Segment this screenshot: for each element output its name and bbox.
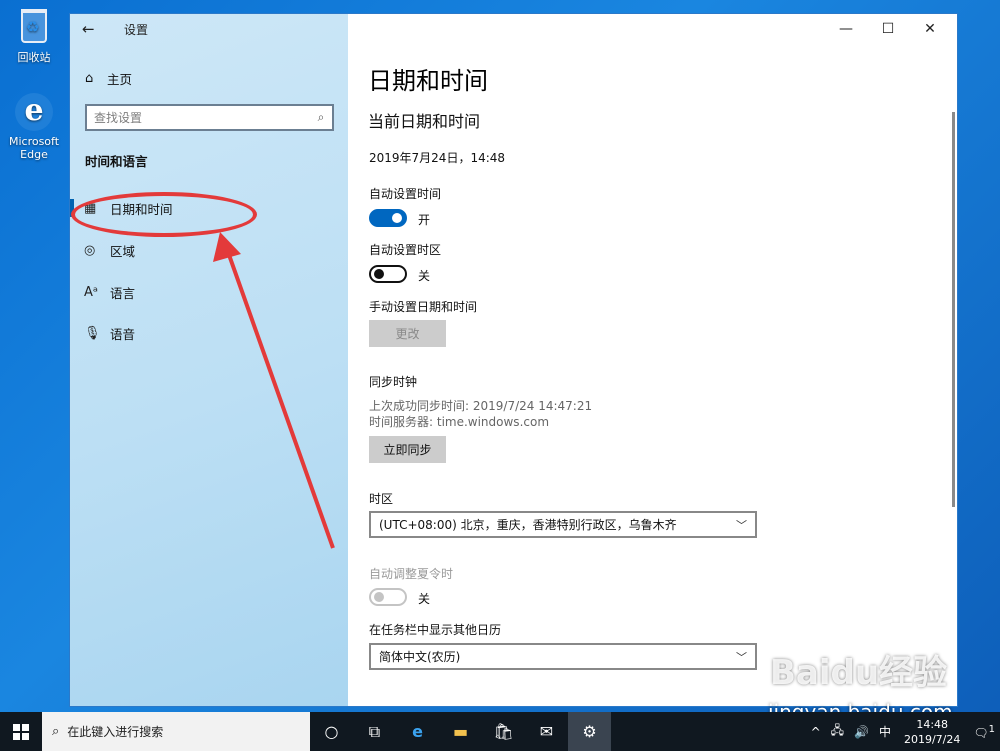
auto-timezone-label: 自动设置时区: [369, 243, 442, 257]
extra-calendar-label: 在任务栏中显示其他日历: [369, 623, 502, 637]
chevron-down-icon: ﹀: [736, 650, 747, 664]
taskbar-clock[interactable]: 14:48 2019/7/24: [904, 717, 960, 747]
taskbar-search-placeholder: 在此键入进行搜索: [67, 725, 164, 739]
sidebar-item-label: 语言: [110, 285, 136, 301]
sync-now-button[interactable]: 立即同步: [369, 436, 446, 463]
scrollbar[interactable]: [952, 112, 955, 507]
annotation-ellipse: [71, 192, 257, 237]
taskbar-search[interactable]: ⌕ 在此键入进行搜索: [42, 712, 310, 751]
last-sync-text: 上次成功同步时间: 2019/7/24 14:47:21: [369, 399, 593, 413]
sidebar-item-language[interactable]: Aᵃ 语言: [70, 276, 348, 308]
minimize-button[interactable]: —: [825, 14, 867, 44]
chevron-down-icon: ﹀: [736, 518, 747, 532]
microphone-icon: 🎙: [84, 325, 101, 341]
toggle-knob: [374, 269, 384, 279]
mail-icon[interactable]: ✉: [525, 712, 568, 751]
sync-clock-title: 同步时钟: [369, 375, 418, 389]
dst-toggle[interactable]: [369, 588, 407, 606]
settings-search-box[interactable]: ⌕: [85, 104, 334, 131]
start-button[interactable]: [0, 712, 42, 751]
edge-icon: e: [14, 92, 54, 132]
page-title: 日期和时间: [368, 67, 488, 95]
file-explorer-icon[interactable]: ▬: [439, 712, 482, 751]
current-datetime-heading: 当前日期和时间: [368, 112, 481, 131]
desktop-icon-recycle-bin[interactable]: 回收站: [2, 6, 66, 65]
change-button[interactable]: 更改: [369, 320, 446, 347]
close-button[interactable]: ✕: [909, 14, 951, 44]
chevron-up-icon[interactable]: ^: [811, 725, 821, 739]
settings-window: ← 设置 ⌂ 主页 ⌕ 时间和语言 ▦ 日期和时间 ◎ 区域 Aᵃ 语言 🎙 语…: [69, 13, 958, 707]
desktop-icon-edge[interactable]: e Microsoft Edge: [2, 92, 66, 161]
desktop-icon-label: 回收站: [17, 51, 51, 64]
toggle-knob: [392, 213, 402, 223]
dst-state: 关: [418, 592, 431, 606]
notification-count: 1: [988, 723, 995, 735]
sidebar-item-label: 区域: [110, 243, 136, 259]
extra-calendar-dropdown[interactable]: 简体中文(农历) ﹀: [369, 643, 757, 670]
cortana-icon[interactable]: ○: [310, 712, 353, 751]
timezone-label: 时区: [369, 492, 394, 506]
search-icon: ⌕: [52, 724, 60, 739]
notification-center-icon[interactable]: 🗨1: [973, 724, 995, 740]
dst-label: 自动调整夏令时: [369, 567, 454, 581]
maximize-button[interactable]: ☐: [867, 14, 909, 44]
back-arrow-icon[interactable]: ←: [82, 20, 95, 38]
ime-indicator[interactable]: 中: [879, 723, 891, 740]
sidebar-item-speech[interactable]: 🎙 语音: [70, 317, 348, 349]
sidebar-item-region[interactable]: ◎ 区域: [70, 234, 348, 266]
windows-logo-icon: [13, 723, 29, 740]
manual-datetime-label: 手动设置日期和时间: [369, 300, 478, 314]
toggle-knob: [374, 592, 384, 602]
calendar-value: 简体中文(农历): [379, 650, 461, 664]
system-tray: ^ 🖧 🔊 中 14:48 2019/7/24 🗨1: [806, 712, 1000, 751]
edge-taskbar-icon[interactable]: e: [396, 712, 439, 751]
auto-timezone-state: 关: [418, 269, 431, 283]
auto-time-label: 自动设置时间: [369, 187, 442, 201]
volume-icon[interactable]: 🔊: [854, 725, 869, 739]
section-title: 时间和语言: [85, 154, 148, 169]
globe-icon: ◎: [84, 242, 96, 258]
auto-timezone-toggle[interactable]: [369, 265, 407, 283]
app-title: 设置: [124, 23, 149, 37]
timezone-dropdown[interactable]: (UTC+08:00) 北京，重庆，香港特别行政区，乌鲁木齐 ﹀: [369, 511, 757, 538]
desktop-icon-label: Microsoft Edge: [8, 135, 60, 161]
language-icon: Aᵃ: [84, 284, 98, 300]
task-view-icon[interactable]: ⧉: [353, 712, 396, 751]
search-input[interactable]: [87, 110, 310, 125]
settings-taskbar-icon[interactable]: ⚙: [568, 712, 611, 751]
auto-time-toggle[interactable]: [369, 209, 407, 227]
sidebar: ← 设置 ⌂ 主页 ⌕ 时间和语言 ▦ 日期和时间 ◎ 区域 Aᵃ 语言 🎙 语…: [70, 14, 348, 706]
sidebar-item-home[interactable]: ⌂ 主页: [85, 69, 132, 88]
search-icon[interactable]: ⌕: [310, 110, 332, 125]
taskbar: ⌕ 在此键入进行搜索 ○ ⧉ e ▬ 🛍 ✉ ⚙ ^ 🖧 🔊 中 14:48 2…: [0, 712, 1000, 751]
timezone-value: (UTC+08:00) 北京，重庆，香港特别行政区，乌鲁木齐: [379, 518, 677, 532]
time-server-text: 时间服务器: time.windows.com: [369, 415, 550, 429]
auto-time-state: 开: [418, 213, 431, 227]
network-icon[interactable]: 🖧: [831, 721, 844, 742]
home-icon: ⌂: [85, 71, 94, 86]
current-datetime-value: 2019年7月24日，14:48: [369, 151, 506, 165]
clock-time: 14:48: [916, 717, 949, 731]
clock-date: 2019/7/24: [903, 732, 961, 746]
sidebar-item-label: 语音: [110, 326, 136, 342]
main-panel: — ☐ ✕ 日期和时间 当前日期和时间 2019年7月24日，14:48 自动设…: [348, 14, 957, 706]
watermark-brand: Baidu经验: [770, 653, 948, 693]
store-icon[interactable]: 🛍: [482, 712, 525, 751]
sidebar-item-label: 主页: [107, 72, 133, 87]
recycle-bin-icon: [14, 6, 54, 46]
